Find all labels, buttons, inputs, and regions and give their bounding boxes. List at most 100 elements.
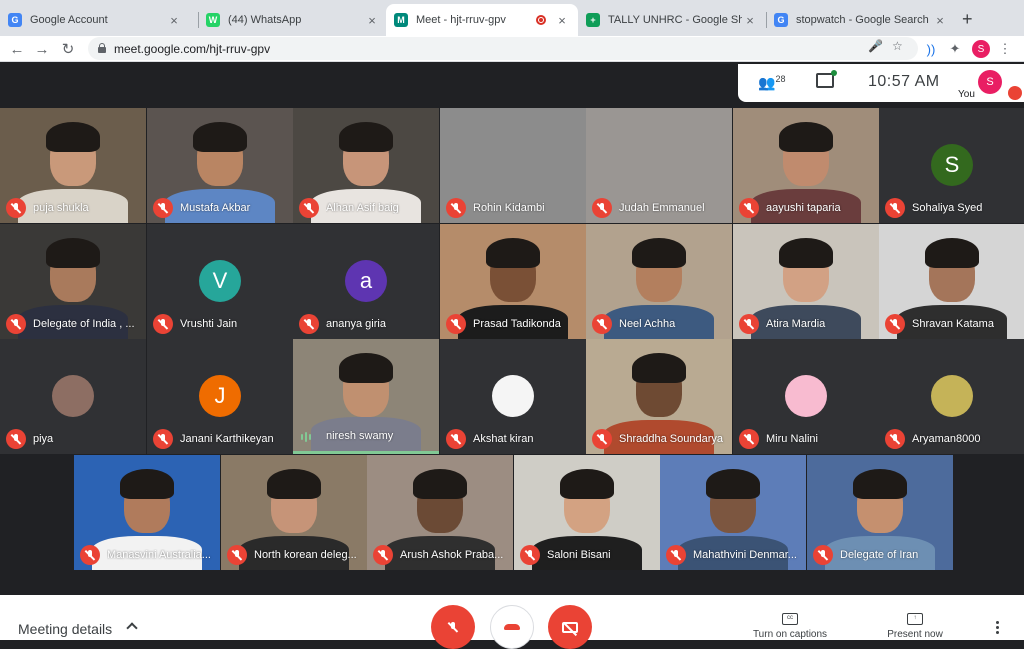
participant-tile[interactable]: Rohin Kidambi (440, 108, 586, 223)
close-tab-icon[interactable]: × (166, 13, 182, 28)
participant-tile[interactable]: puja shukla (0, 108, 146, 223)
new-tab-button[interactable]: + (962, 9, 973, 30)
more-options-icon[interactable] (996, 621, 1000, 636)
forward-arrow-icon[interactable]: → (32, 39, 52, 59)
participant-name: niresh swamy (326, 430, 394, 442)
participant-tile[interactable]: Prasad Tadikonda (440, 224, 586, 339)
close-tab-icon[interactable]: × (932, 13, 948, 28)
tab-title: stopwatch - Google Search (796, 14, 929, 26)
participant-tile[interactable]: piya (0, 339, 146, 454)
participant-avatar: V (199, 260, 241, 302)
captions-button[interactable]: cc Turn on captions (748, 613, 832, 640)
participant-video-hair (632, 353, 686, 383)
muted-mic-icon (666, 545, 686, 565)
tab-separator (198, 12, 199, 28)
participant-avatar: S (931, 144, 973, 186)
mic-off-icon (448, 622, 458, 632)
reload-icon[interactable]: ↻ (58, 39, 78, 59)
participant-tile[interactable]: niresh swamy (293, 339, 439, 454)
participant-tile[interactable]: V Vrushti Jain (147, 224, 293, 339)
participant-name: Janani Karthikeyan (180, 433, 274, 445)
self-avatar[interactable]: S (978, 70, 1002, 94)
participant-tile[interactable]: North korean deleg... (221, 455, 367, 570)
extension-audio-icon[interactable]: )) (922, 40, 940, 58)
participant-tile[interactable]: Mahathvini Denmar... (660, 455, 806, 570)
browser-tab[interactable]: W (44) WhatsApp × (198, 4, 388, 36)
participant-tile[interactable]: Arush Ashok Praba... (367, 455, 513, 570)
participant-tile[interactable]: Shraddha Soundarya (586, 339, 732, 454)
participant-name: Neel Achha (619, 318, 676, 330)
microphone-icon[interactable]: 🎤 (868, 39, 883, 53)
close-tab-icon[interactable]: × (364, 13, 380, 28)
participant-photo-avatar (492, 375, 534, 417)
camera-toggle-button[interactable] (548, 605, 592, 649)
participant-tile[interactable]: Saloni Bisani (514, 455, 660, 570)
captions-label: Turn on captions (752, 629, 828, 640)
participant-tile[interactable]: Alhan Asif baig (293, 108, 439, 223)
meeting-details-button[interactable]: Meeting details (18, 621, 112, 637)
participant-tile[interactable]: Miru Nalini (733, 339, 879, 454)
participant-name: Shravan Katama (912, 318, 994, 330)
chat-icon[interactable] (816, 70, 837, 88)
participant-tile[interactable]: a ananya giria (293, 224, 439, 339)
participant-photo-avatar (785, 375, 827, 417)
participant-tile[interactable]: Delegate of India , ... (0, 224, 146, 339)
muted-mic-icon (592, 314, 612, 334)
extensions-puzzle-icon[interactable]: ✦ (946, 40, 964, 58)
url-text: meet.google.com/hjt-rruv-gpv (114, 41, 271, 56)
participant-tile[interactable]: S Sohaliya Syed (879, 108, 1024, 223)
participant-tile[interactable]: Shravan Katama (879, 224, 1024, 339)
address-bar[interactable]: meet.google.com/hjt-rruv-gpv 🎤 ☆ (88, 37, 918, 60)
captions-icon: cc (782, 613, 798, 625)
participant-video-hair (853, 469, 907, 499)
muted-mic-icon (153, 314, 173, 334)
browser-tab[interactable]: + TALLY UNHRC - Google Sheets× (578, 4, 766, 36)
camera-off-icon (562, 621, 578, 633)
participant-video-hair (925, 238, 979, 268)
browser-tab[interactable]: M Meet - hjt-rruv-gpv × (386, 4, 578, 36)
participant-name: piya (33, 433, 54, 445)
participant-video-hair (706, 469, 760, 499)
participant-name: Delegate of India , ... (33, 318, 135, 330)
participant-name: aayushi taparia (766, 202, 841, 214)
muted-mic-icon (739, 198, 759, 218)
browser-menu-icon[interactable]: ⋮ (996, 40, 1014, 58)
participant-name: Alhan Asif baig (326, 202, 399, 214)
muted-mic-icon (227, 545, 247, 565)
participant-tile[interactable]: J Janani Karthikeyan (147, 339, 293, 454)
participant-tile[interactable]: Manasvini Australia... (74, 455, 220, 570)
close-tab-icon[interactable]: × (742, 13, 758, 28)
participant-name: Rohin Kidambi (473, 202, 545, 214)
browser-tab[interactable]: G Google Account × (0, 4, 190, 36)
participant-tile[interactable]: Mustafa Akbar (147, 108, 293, 223)
tab-separator (766, 12, 767, 28)
participant-tile[interactable]: Aryaman8000 (879, 339, 1024, 454)
favicon-icon: G (8, 13, 22, 27)
clock: 10:57 AM (868, 73, 940, 90)
leave-call-button[interactable] (490, 605, 534, 649)
participant-tile[interactable]: Atira Mardia (733, 224, 879, 339)
muted-mic-icon (739, 429, 759, 449)
chevron-up-icon[interactable] (126, 622, 138, 634)
people-icon[interactable]: 👥28 (758, 74, 785, 92)
participant-video-hair (413, 469, 467, 499)
back-arrow-icon[interactable]: ← (7, 39, 27, 59)
participant-tile[interactable]: Neel Achha (586, 224, 732, 339)
participant-name: Atira Mardia (766, 318, 826, 330)
bookmark-star-icon[interactable]: ☆ (892, 39, 903, 53)
recording-indicator-icon (536, 15, 546, 25)
present-button[interactable]: ↑ Present now (882, 613, 948, 640)
participant-tile[interactable]: Akshat kiran (440, 339, 586, 454)
participant-tile[interactable]: Delegate of Iran (807, 455, 953, 570)
participant-tile[interactable]: Judah Emmanuel (586, 108, 732, 223)
close-tab-icon[interactable]: × (554, 13, 570, 28)
microphone-toggle-button[interactable] (431, 605, 475, 649)
favicon-icon: W (206, 13, 220, 27)
profile-avatar[interactable]: S (972, 40, 990, 58)
browser-tab[interactable]: Gstopwatch - Google Search × (766, 4, 956, 36)
participant-avatar: a (345, 260, 387, 302)
participant-tile[interactable]: aayushi taparia (733, 108, 879, 223)
participant-name: Akshat kiran (473, 433, 534, 445)
muted-mic-icon (153, 198, 173, 218)
tab-title: Google Account (30, 14, 108, 26)
